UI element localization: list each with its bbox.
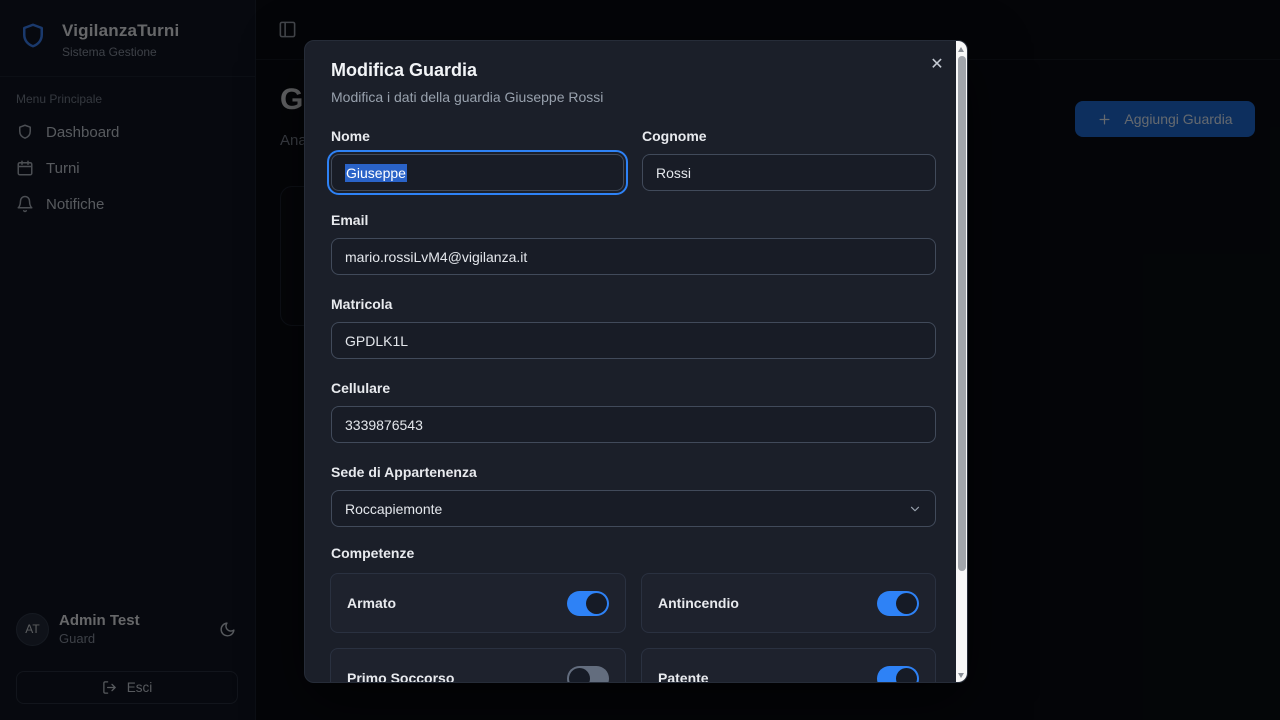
scroll-up-icon[interactable] xyxy=(958,47,964,52)
cognome-input[interactable]: Rossi xyxy=(642,154,936,191)
email-input[interactable]: mario.rossiLvM4@vigilanza.it xyxy=(331,238,936,275)
competenza-antincendio: Antincendio xyxy=(641,573,936,633)
competenze-label: Competenze xyxy=(331,545,414,561)
sede-select[interactable]: Roccapiemonte xyxy=(331,490,936,527)
primo-soccorso-toggle[interactable] xyxy=(567,666,609,684)
email-label: Email xyxy=(331,212,368,228)
edit-guard-modal: Modifica Guardia Modifica i dati della g… xyxy=(304,40,968,683)
sede-label: Sede di Appartenenza xyxy=(331,464,477,480)
scroll-down-icon[interactable] xyxy=(958,673,964,678)
app-root: VigilanzaTurni Sistema Gestione Menu Pri… xyxy=(0,0,1280,720)
nome-label: Nome xyxy=(331,128,370,144)
cellulare-input[interactable]: 3339876543 xyxy=(331,406,936,443)
matricola-input[interactable]: GPDLK1L xyxy=(331,322,936,359)
cognome-label: Cognome xyxy=(642,128,707,144)
cellulare-label: Cellulare xyxy=(331,380,390,396)
close-icon[interactable]: ✕ xyxy=(925,52,949,76)
patente-toggle[interactable] xyxy=(877,666,919,684)
scrollbar-thumb[interactable] xyxy=(958,56,966,571)
modal-title: Modifica Guardia xyxy=(331,60,477,81)
antincendio-toggle[interactable] xyxy=(877,591,919,616)
competenza-armato: Armato xyxy=(330,573,626,633)
matricola-label: Matricola xyxy=(331,296,392,312)
modal-subtitle: Modifica i dati della guardia Giuseppe R… xyxy=(331,89,603,105)
armato-toggle[interactable] xyxy=(567,591,609,616)
nome-value-selected: Giuseppe xyxy=(345,164,407,182)
competenza-patente: Patente xyxy=(641,648,936,683)
modal-scrollbar[interactable] xyxy=(956,41,967,683)
nome-input[interactable]: Giuseppe xyxy=(331,154,624,191)
competenza-primo-soccorso: Primo Soccorso xyxy=(330,648,626,683)
chevron-down-icon xyxy=(908,502,922,516)
